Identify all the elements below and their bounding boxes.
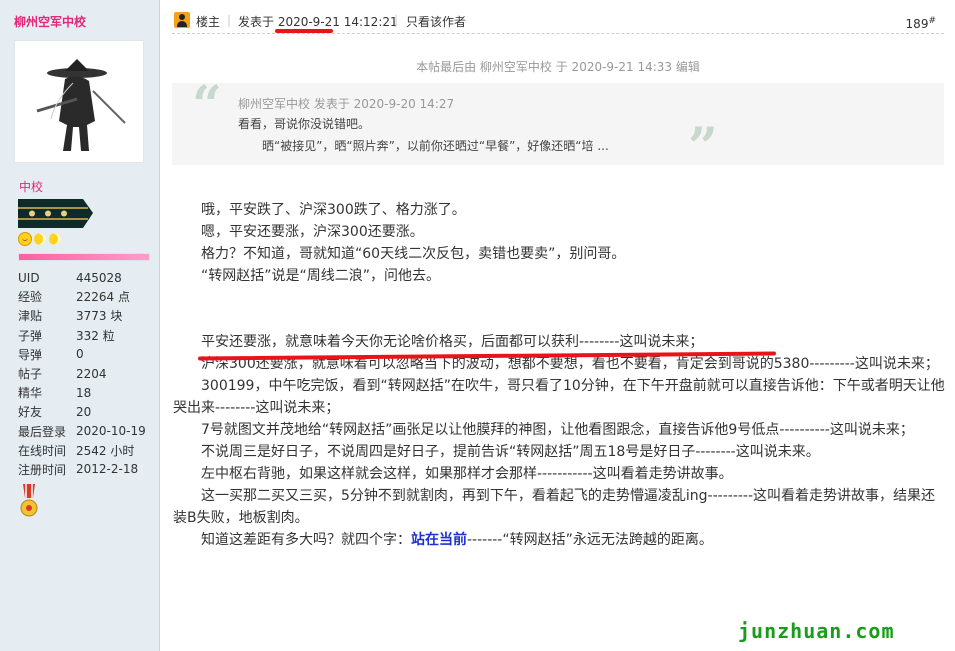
post-time: 发表于 2020-9-21 14:12:21 bbox=[238, 15, 398, 29]
quote-author[interactable]: 柳州空军中校 发表于 2020-9-20 14:27 bbox=[238, 95, 454, 112]
highlight-text: 站在当前 bbox=[411, 532, 467, 548]
paragraph-text: -------“转网赵括”永远无法跨越的距离。 bbox=[467, 532, 713, 548]
separator: | bbox=[227, 13, 232, 27]
rank-insignia-icon bbox=[18, 199, 93, 228]
post-content: 哦，平安跌了、沪深300跌了、格力涨了。 嗯，平安还要涨，沪深300还要涨。格力？… bbox=[173, 199, 945, 551]
stat-value: 2012-2-18 bbox=[76, 462, 139, 477]
post-paragraph: 哦，平安跌了、沪深300跌了、格力涨了。 bbox=[201, 202, 466, 218]
post-paragraph: “转网赵括”说是“周线二浪”，问他去。 bbox=[201, 268, 441, 284]
open-quote-icon: “ bbox=[192, 75, 222, 136]
thread-owner-icon bbox=[174, 12, 190, 28]
stat-row: 在线时间 2542 小时 bbox=[18, 441, 158, 460]
post-paragraph: 嗯，平安还要涨，沪深300还要涨。 bbox=[201, 224, 424, 240]
stat-label: 好友 bbox=[18, 405, 43, 420]
stat-value: 0 bbox=[76, 347, 84, 362]
post-paragraph: 格力？不知道，哥就知道“60天线二次反包，卖错也要卖”，别问哥。 bbox=[201, 246, 626, 262]
stat-value: 20 bbox=[76, 404, 92, 419]
post-paragraph: 这一买那二买又三买，5分钟不到就割肉，再到下午，看着起飞的走势懵逼凌乱ing--… bbox=[173, 488, 936, 526]
stat-value: 3773 块 bbox=[76, 309, 123, 324]
stat-row: 经验 22264 点 bbox=[18, 287, 158, 306]
stat-label: 津贴 bbox=[18, 309, 43, 324]
moon-level-icon bbox=[48, 232, 62, 246]
username-link[interactable]: 柳州空军中校 bbox=[14, 13, 86, 30]
stat-row: 子弹 332 粒 bbox=[18, 326, 158, 345]
stat-label: 最后登录 bbox=[18, 424, 67, 439]
stat-label: 在线时间 bbox=[18, 443, 67, 458]
quote-text: 看看，哥说你没说错吧。 bbox=[238, 117, 371, 131]
stat-label: UID bbox=[18, 270, 40, 285]
user-rank: 中校 bbox=[19, 180, 44, 194]
medal-icon bbox=[20, 484, 38, 517]
only-author-link[interactable]: 只看该作者 bbox=[406, 13, 466, 30]
close-quote-icon: ” bbox=[688, 117, 718, 178]
owner-label: 楼主 bbox=[196, 15, 221, 29]
stat-row: 注册时间 2012-2-18 bbox=[18, 460, 158, 479]
stat-label: 子弹 bbox=[18, 328, 43, 343]
edit-note: 本帖最后由 柳州空军中校 于 2020-9-21 14:33 编辑 bbox=[416, 60, 700, 74]
stat-label: 精华 bbox=[18, 386, 43, 401]
sun-level-icon bbox=[18, 232, 32, 246]
stat-row: 最后登录 2020-10-19 bbox=[18, 422, 158, 441]
stat-label: 经验 bbox=[18, 290, 43, 305]
stat-value: 2542 小时 bbox=[76, 443, 135, 458]
user-profile-sidebar: 柳州空军中校 中校 UID 445028 经验 22264 点津贴 3773 块子弹 33… bbox=[0, 0, 160, 651]
post-paragraph: 平安还要涨，就意味着今天你无论啥价格买，后面都可以获利--------这叫说未来… bbox=[201, 334, 704, 350]
post-paragraph: 知道这差距有多大吗？就四个字：站在当前-------“转网赵括”永远无法跨越的距… bbox=[173, 529, 945, 551]
quote-text: 晒“被接见”，晒“照片奔”，以前你还晒过“早餐”，好像还晒“培 ... bbox=[262, 139, 609, 153]
level-progress-bar bbox=[18, 253, 150, 261]
stat-row: 帖子 2204 bbox=[18, 364, 158, 383]
stat-label: 导弹 bbox=[18, 347, 43, 362]
moon-level-icon bbox=[33, 232, 47, 246]
stat-value: 18 bbox=[76, 385, 92, 400]
stat-row: UID 445028 bbox=[18, 268, 158, 287]
stat-label: 注册时间 bbox=[18, 462, 67, 477]
stat-row: 好友 20 bbox=[18, 402, 158, 421]
post-paragraph: 300199，中午吃完饭，看到“转网赵括”在吹牛，哥只看了10分钟，在下午开盘前… bbox=[173, 378, 945, 416]
floor-number-value: 189 bbox=[905, 17, 929, 31]
floor-number[interactable]: 189# bbox=[906, 16, 936, 31]
separator: | bbox=[394, 13, 399, 27]
level-icons bbox=[18, 232, 62, 246]
watermark: junzhuan.com bbox=[738, 619, 895, 643]
paragraph-text: 知道这差距有多大吗？就四个字： bbox=[201, 532, 411, 548]
stat-value: 332 粒 bbox=[76, 328, 115, 343]
red-underline-annotation bbox=[275, 29, 333, 33]
stat-row: 导弹 0 bbox=[18, 345, 158, 364]
user-stats: UID 445028 经验 22264 点津贴 3773 块子弹 332 粒导弹 0 帖子 22… bbox=[18, 268, 158, 479]
avatar[interactable] bbox=[14, 40, 144, 163]
stat-label: 帖子 bbox=[18, 367, 43, 382]
stat-value: 445028 bbox=[76, 270, 122, 285]
floor-suffix: # bbox=[928, 16, 936, 26]
stat-value: 2020-10-19 bbox=[76, 424, 146, 439]
avatar-swordsman-image bbox=[15, 41, 143, 162]
stat-value: 2204 bbox=[76, 366, 107, 381]
post-paragraph: 7号就图文并茂地给“转网赵括”画张足以让他膜拜的神图，让他看图跟念，直接告诉他9… bbox=[201, 422, 914, 438]
stat-value: 22264 点 bbox=[76, 290, 130, 305]
post-paragraph: 不说周三是好日子，不说周四是好日子，提前告诉“转网赵括”周五18号是好日子---… bbox=[201, 444, 820, 460]
stat-row: 津贴 3773 块 bbox=[18, 306, 158, 325]
post-paragraph: 左中枢右背驰，如果这样就会这样，如果那样才会那样-----------这叫看着走… bbox=[201, 466, 733, 482]
level-progress-fill bbox=[19, 254, 149, 260]
quote-block: “ ” 柳州空军中校 发表于 2020-9-20 14:27 看看，哥说你没说错… bbox=[172, 75, 944, 178]
stat-row: 精华 18 bbox=[18, 383, 158, 402]
